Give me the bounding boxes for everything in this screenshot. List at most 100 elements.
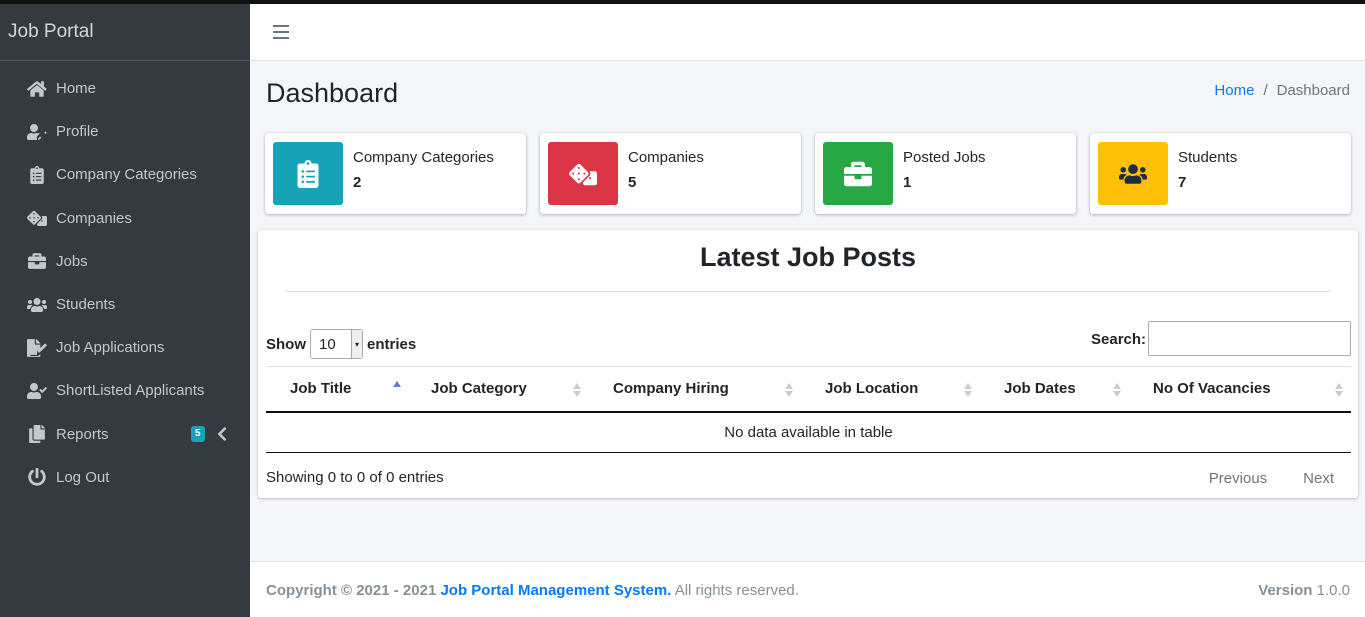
info-box-value: 7 [1178,174,1187,191]
latest-job-posts-card: Latest Job Posts Show 10 ▾ entries Searc… [258,230,1358,498]
column-header-job-dates[interactable]: Job Dates [980,366,1129,413]
sidebar-item-label: Home [56,80,97,98]
sidebar-item-company-categories[interactable]: Company Categories [0,153,250,196]
breadcrumb-home-link[interactable]: Home [1214,82,1254,99]
sort-both-icon [1113,383,1121,397]
entries-select[interactable]: 10 ▾ [310,329,363,359]
page-title: Dashboard [266,78,399,108]
breadcrumb-separator: / [1263,82,1268,99]
sort-both-icon [1335,383,1343,397]
briefcase-icon [26,251,48,271]
chevron-left-icon[interactable] [217,426,227,442]
menu-toggle-icon[interactable] [273,25,289,39]
sidebar-item-logout[interactable]: Log Out [0,456,250,499]
briefcase-icon [823,142,893,205]
next-page-button[interactable]: Next [1303,470,1334,487]
dice-icon [548,142,618,205]
clipboard-list-icon [273,142,343,205]
previous-page-button[interactable]: Previous [1209,470,1267,487]
info-box-label: Students [1178,149,1238,166]
sidebar-item-label: Reports [56,425,109,443]
info-box-label: Posted Jobs [903,149,986,166]
sidebar-nav: Home Profile Company Categories Companie… [0,61,250,499]
info-box-value: 5 [628,174,637,191]
sidebar-item-profile[interactable]: Profile [0,110,250,153]
sidebar-item-shortlisted-applicants[interactable]: ShortListed Applicants [0,369,250,412]
info-box-label: Company Categories [353,149,494,166]
top-navbar [250,4,1365,61]
sidebar-item-label: ShortListed Applicants [56,382,205,400]
clipboard-list-icon [26,165,48,185]
file-signature-icon [26,338,48,358]
show-label: Show [266,335,306,353]
dice-icon [26,208,48,228]
sidebar-item-students[interactable]: Students [0,283,250,326]
column-header-label: Company Hiring [613,380,729,398]
caret-down-icon: ▾ [351,330,362,358]
sidebar-item-label: Log Out [56,468,110,486]
sort-both-icon [785,383,793,397]
info-box-companies: Companies 5 [540,133,801,214]
system-name-link[interactable]: Job Portal Management System. [440,582,671,599]
sidebar-item-reports[interactable]: Reports 5 [0,413,250,456]
info-box-label: Companies [628,149,704,166]
pagination: Previous Next [1209,470,1334,487]
sidebar-item-label: Students [56,296,116,314]
entries-select-value: 10 [319,335,336,353]
column-header-no-of-vacancies[interactable]: No Of Vacancies [1129,366,1351,413]
version-value: 1.0.0 [1316,582,1350,599]
info-box-posted-jobs: Posted Jobs 1 [815,133,1076,214]
sidebar-item-label: Companies [56,209,132,227]
entries-label: entries [367,335,417,353]
footer: Copyright © 2021 - 2021 Job Portal Manag… [250,561,1365,617]
card-title: Latest Job Posts [699,242,917,272]
sidebar: Job Portal Home Profile Company Categori… [0,4,250,617]
sidebar-item-home[interactable]: Home [0,67,250,110]
card-divider [285,291,1331,292]
column-header-label: Job Dates [1004,380,1076,398]
entries-length-control: Show 10 ▾ entries [266,329,416,359]
sort-both-icon [573,383,581,397]
search-input[interactable] [1148,321,1351,356]
breadcrumb: Home / Dashboard [1214,82,1350,99]
users-icon [26,295,48,315]
column-header-label: No Of Vacancies [1153,380,1271,398]
sidebar-item-label: Job Applications [56,339,165,357]
sort-both-icon [964,383,972,397]
footer-copyright: Copyright © 2021 - 2021 Job Portal Manag… [266,582,799,599]
home-icon [26,79,48,99]
table-row: No data available in table [266,411,1351,453]
sidebar-item-job-applications[interactable]: Job Applications [0,326,250,369]
column-header-label: Job Category [431,380,527,398]
info-box-value: 1 [903,174,912,191]
column-header-label: Job Location [825,380,919,398]
column-header-label: Job Title [290,380,352,398]
users-icon [1098,142,1168,205]
sidebar-item-label: Company Categories [56,166,197,184]
column-header-job-category[interactable]: Job Category [407,366,589,413]
user-check-icon [26,381,48,401]
column-header-job-title[interactable]: Job Title [266,366,407,413]
info-box-students: Students 7 [1090,133,1351,214]
reports-count-badge: 5 [191,425,205,442]
copy-icon [26,424,48,444]
column-header-job-location[interactable]: Job Location [801,366,980,413]
job-posts-table: Job Title Job Category Company Hiring Jo… [266,366,1351,453]
sidebar-item-label: Profile [56,123,99,141]
info-box-value: 2 [353,174,362,191]
copyright-text: Copyright © 2021 - 2021 [266,582,437,599]
user-edit-icon [26,122,48,142]
column-header-company-hiring[interactable]: Company Hiring [589,366,801,413]
table-header-row: Job Title Job Category Company Hiring Jo… [266,366,1351,413]
sidebar-item-companies[interactable]: Companies [0,197,250,240]
window-top-border [0,0,1365,4]
version-label: Version [1258,582,1313,599]
sidebar-item-jobs[interactable]: Jobs [0,240,250,283]
footer-version: Version 1.0.0 [1258,582,1350,599]
empty-table-message: No data available in table [266,411,1351,453]
table-info-status: Showing 0 to 0 of 0 entries [266,469,444,486]
brand-link[interactable]: Job Portal [0,4,250,61]
rights-text: All rights reserved. [674,582,799,599]
info-box-company-categories: Company Categories 2 [265,133,526,214]
breadcrumb-current: Dashboard [1276,82,1350,99]
